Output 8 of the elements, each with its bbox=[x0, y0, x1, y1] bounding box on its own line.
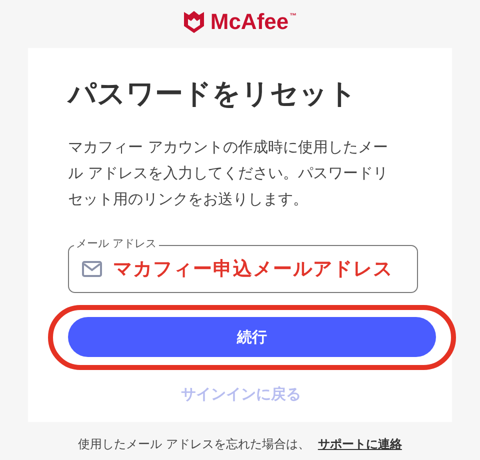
description-text: マカフィー アカウントの作成時に使用したメール アドレスを入力してください。パスワードリセット用のリンクをお送りします。 bbox=[68, 137, 389, 210]
shield-logo-icon bbox=[183, 10, 206, 34]
footer-text: 使用したメール アドレスを忘れた場合は、 bbox=[78, 436, 310, 453]
continue-button[interactable]: 続行 bbox=[68, 317, 436, 357]
envelope-icon bbox=[82, 261, 102, 277]
logo-wordmark: McAfee bbox=[210, 9, 289, 35]
page-title: パスワードをリセット bbox=[68, 76, 358, 112]
support-link[interactable]: サポートに連絡 bbox=[318, 436, 402, 453]
